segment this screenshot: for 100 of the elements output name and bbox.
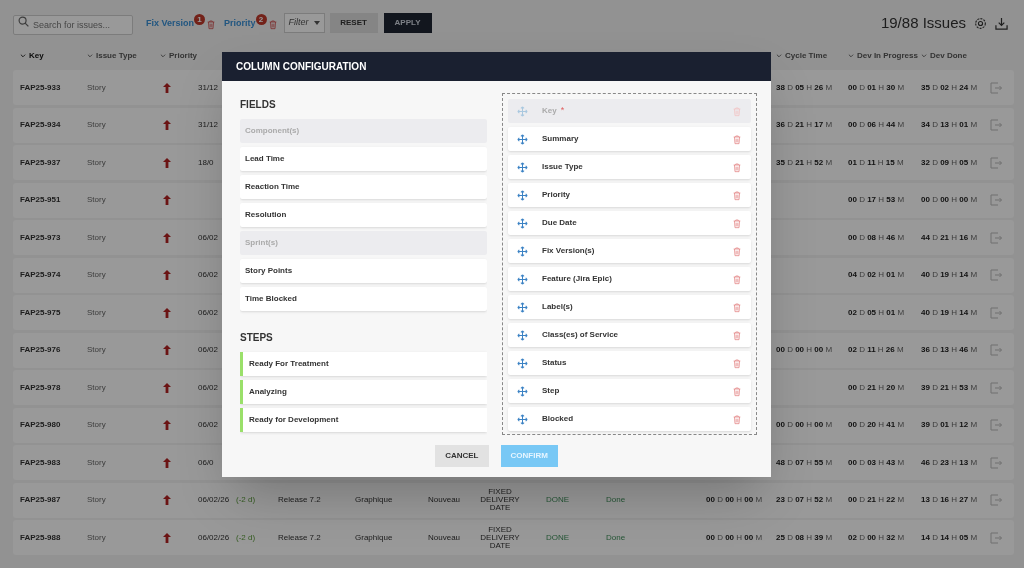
exit-icon[interactable]: [990, 119, 1002, 131]
table-cell: FAP25-980: [20, 419, 61, 431]
trash-icon[interactable]: [732, 273, 742, 285]
table-cell: 02 D 00 H 32 M: [848, 531, 905, 544]
move-icon[interactable]: [517, 217, 528, 229]
download-icon[interactable]: [995, 16, 1008, 30]
move-icon[interactable]: [517, 301, 528, 313]
field-item[interactable]: Resolution: [240, 203, 487, 227]
move-icon[interactable]: [517, 161, 528, 173]
column-header[interactable]: Dev In Progress: [848, 49, 918, 62]
column-item[interactable]: Feature (Jira Epic): [508, 267, 751, 291]
table-cell: FAP25-951: [20, 194, 61, 206]
table-cell-text: FIXED DELIVERY DATE: [479, 488, 521, 512]
workflow-stage-item[interactable]: Ready for Development: [240, 408, 487, 432]
trash-icon[interactable]: [732, 301, 742, 313]
table-cell: 06/02: [198, 269, 219, 281]
table-cell: 25 D 08 H 39 M: [776, 531, 833, 544]
workflow-stage-item[interactable]: Analyzing: [240, 380, 487, 404]
trash-icon[interactable]: [267, 19, 278, 30]
workflow-stage-item[interactable]: Ready For Treatment: [240, 352, 487, 376]
column-header[interactable]: Key: [20, 49, 44, 62]
move-icon[interactable]: [517, 189, 528, 201]
table-cell: DONE: [546, 531, 570, 544]
table-cell: 40 D 19 H 14 M: [921, 306, 978, 319]
column-item[interactable]: Issue Type: [508, 155, 751, 179]
table-cell: 06/02: [198, 306, 219, 319]
exit-icon[interactable]: [990, 269, 1002, 281]
column-header[interactable]: Dev Done: [921, 49, 967, 62]
search-field[interactable]: Search for issues...: [13, 15, 133, 35]
column-item[interactable]: Status: [508, 351, 751, 375]
column-header[interactable]: Priority: [160, 49, 197, 62]
field-item[interactable]: Lead Time: [240, 147, 487, 171]
exit-icon[interactable]: [990, 456, 1002, 469]
reset-button[interactable]: RESET: [329, 13, 378, 33]
move-icon[interactable]: [517, 385, 528, 397]
exit-icon[interactable]: [990, 531, 1002, 544]
exit-icon[interactable]: [990, 156, 1002, 169]
trash-icon[interactable]: [732, 357, 742, 369]
move-icon[interactable]: [517, 273, 528, 285]
column-header[interactable]: Cycle Time: [776, 49, 828, 62]
field-item[interactable]: Time Blocked: [240, 287, 487, 311]
table-cell: Release 7.2: [278, 531, 321, 544]
exit-icon[interactable]: [990, 231, 1002, 244]
column-item[interactable]: Step: [508, 379, 751, 403]
exit-icon[interactable]: [990, 306, 1002, 319]
filter-dropdown[interactable]: Filter: [283, 13, 325, 33]
field-item[interactable]: Reaction Time: [240, 175, 487, 199]
move-icon[interactable]: [517, 133, 528, 145]
table-cell: 06/02/26: [198, 531, 230, 544]
move-icon[interactable]: [517, 413, 528, 425]
table-cell: 39 D 21 H 53 M: [921, 381, 978, 394]
table-cell: 00 D 06 H 44 M: [848, 119, 905, 131]
settings-icon[interactable]: [974, 16, 987, 30]
column-header[interactable]: Issue Type: [87, 49, 137, 62]
move-icon[interactable]: [517, 245, 528, 257]
column-item[interactable]: Priority: [508, 183, 751, 207]
table-cell: 06/02: [198, 344, 219, 356]
column-item[interactable]: Summary: [508, 127, 751, 151]
column-item[interactable]: Fix Version(s): [508, 239, 751, 263]
column-item[interactable]: Due Date: [508, 211, 751, 235]
trash-icon[interactable]: [732, 413, 742, 425]
column-item[interactable]: Label(s): [508, 295, 751, 319]
column-item[interactable]: Class(es) of Service: [508, 323, 751, 347]
move-icon[interactable]: [517, 357, 528, 369]
table-cell: FAP25-978: [20, 381, 61, 394]
trash-icon[interactable]: [732, 385, 742, 397]
trash-icon[interactable]: [732, 133, 742, 145]
table-cell: 00 D 21 H 20 M: [848, 381, 905, 394]
trash-icon[interactable]: [206, 19, 217, 30]
table-cell: Story: [87, 531, 106, 544]
apply-button[interactable]: APPLY: [383, 13, 432, 33]
table-cell: Story: [87, 306, 106, 319]
exit-icon[interactable]: [990, 344, 1002, 356]
count-badge: 1: [194, 14, 206, 25]
exit-icon[interactable]: [990, 381, 1002, 394]
table-cell: 00 D 08 H 46 M: [848, 231, 905, 244]
column-item[interactable]: Blocked: [508, 407, 751, 431]
table-cell: Graphique: [355, 494, 393, 506]
required-mark: *: [560, 104, 565, 118]
field-item[interactable]: Story Points: [240, 259, 487, 283]
trash-icon[interactable]: [732, 161, 742, 173]
table-cell: FAP25-934: [20, 119, 61, 131]
table-cell: 35 D 21 H 52 M: [776, 156, 833, 169]
cancel-button[interactable]: CANCEL: [435, 445, 489, 467]
chevron-icon: [160, 53, 166, 58]
column-label: Class(es) of Service: [542, 329, 619, 341]
chevron-icon: [921, 53, 927, 58]
trash-icon[interactable]: [732, 329, 742, 341]
trash-icon[interactable]: [732, 217, 742, 229]
exit-icon[interactable]: [990, 494, 1002, 506]
exit-icon[interactable]: [990, 81, 1002, 94]
table-cell: 32 D 09 H 05 M: [921, 156, 978, 169]
table-cell: Release 7.2: [278, 494, 321, 506]
table-cell: 00 D 21 H 22 M: [848, 494, 905, 506]
issue-count: 19/88 Issues: [880, 12, 966, 33]
trash-icon[interactable]: [732, 189, 742, 201]
exit-icon[interactable]: [990, 419, 1002, 431]
exit-icon[interactable]: [990, 194, 1002, 206]
move-icon[interactable]: [517, 329, 528, 341]
trash-icon[interactable]: [732, 245, 742, 257]
